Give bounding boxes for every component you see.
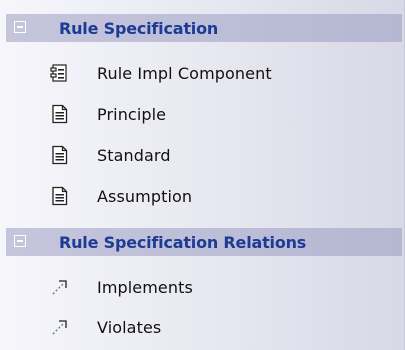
toolbox-item-label: Implements [97, 277, 193, 297]
section-header-rule-specification-relations[interactable]: Rule Specification Relations [6, 228, 402, 256]
toolbox-item-label: Violates [97, 317, 162, 337]
toolbox-item-assumption[interactable]: Assumption [50, 182, 192, 210]
document-icon [50, 186, 70, 206]
toolbox-item-violates[interactable]: Violates [50, 313, 161, 341]
dashed-arrow-icon [50, 277, 70, 297]
toolbox-item-standard[interactable]: Standard [50, 141, 171, 169]
toolbox-panel: Rule Specification Rule Impl Component P… [0, 0, 405, 350]
toolbox-item-label: Standard [97, 145, 171, 165]
toolbox-item-label: Rule Impl Component [97, 63, 272, 83]
document-icon [50, 145, 70, 165]
component-icon [50, 63, 70, 83]
section-title: Rule Specification [59, 19, 219, 38]
document-icon [50, 104, 70, 124]
collapse-icon[interactable] [14, 235, 26, 247]
section-header-rule-specification[interactable]: Rule Specification [6, 14, 402, 42]
dashed-arrow-icon [50, 317, 70, 337]
section-title: Rule Specification Relations [59, 233, 307, 252]
toolbox-item-label: Principle [97, 104, 167, 124]
toolbox-item-label: Assumption [97, 186, 193, 206]
toolbox-item-implements[interactable]: Implements [50, 273, 193, 301]
toolbox-item-principle[interactable]: Principle [50, 100, 166, 128]
collapse-icon[interactable] [14, 21, 26, 33]
toolbox-item-rule-impl-component[interactable]: Rule Impl Component [50, 59, 272, 87]
